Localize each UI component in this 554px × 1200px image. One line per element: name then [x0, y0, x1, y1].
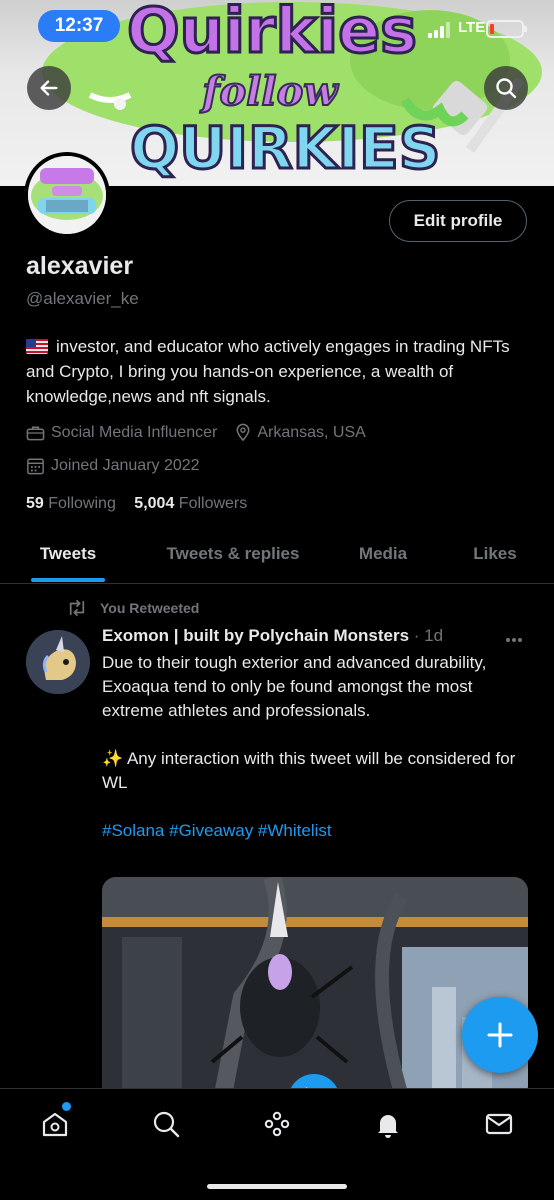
- battery-icon: [486, 20, 527, 38]
- tweet-media-video[interactable]: [102, 877, 528, 1100]
- following-count: 59: [26, 495, 44, 512]
- nav-spaces[interactable]: [260, 1107, 294, 1141]
- tweet-author-name[interactable]: Exomon | built by Polychain Monsters: [102, 626, 409, 645]
- location-pin-icon: [236, 423, 250, 442]
- location-label: Arkansas, USA: [257, 423, 366, 441]
- more-options-button[interactable]: [505, 626, 523, 649]
- banner-title-secondary: QUIRKIES: [129, 114, 443, 182]
- mail-icon: [485, 1113, 513, 1135]
- retweet-context: You Retweeted: [66, 599, 199, 617]
- status-time: 12:37: [38, 10, 120, 42]
- network-label: LTE: [458, 19, 486, 36]
- active-tab-indicator: [31, 578, 105, 582]
- compose-tweet-button[interactable]: [462, 997, 538, 1073]
- home-notification-dot: [62, 1102, 71, 1111]
- bio-text: investor, and educator who actively enga…: [26, 337, 510, 406]
- sparkles-icon: ✨: [102, 749, 124, 768]
- tweet-paragraph-2: ✨ Any interaction with this tweet will b…: [102, 747, 532, 795]
- profile-category: Social Media Influencer: [26, 424, 217, 442]
- tweet-text: Due to their tough exterior and advanced…: [102, 651, 532, 843]
- back-button[interactable]: [27, 66, 71, 110]
- spaces-icon: [264, 1111, 290, 1137]
- profile-tabs: Tweets Tweets & replies Media Likes: [0, 530, 554, 584]
- tweet-paragraph-1: Due to their tough exterior and advanced…: [102, 653, 487, 720]
- nav-messages[interactable]: [482, 1107, 516, 1141]
- tweet-paragraph-2-text: Any interaction with this tweet will be …: [102, 749, 516, 792]
- home-indicator: [207, 1184, 347, 1189]
- category-label: Social Media Influencer: [51, 423, 218, 441]
- tweet-hashtags[interactable]: #Solana #Giveaway #Whitelist: [102, 819, 532, 843]
- nav-notifications[interactable]: [371, 1107, 405, 1141]
- profile-meta-row: Social Media Influencer Arkansas, USA: [26, 423, 384, 442]
- bell-icon: [378, 1115, 398, 1138]
- plus-icon: [487, 1022, 513, 1048]
- followers-link[interactable]: 5,004 Followers: [134, 495, 247, 512]
- followers-label: Followers: [178, 495, 248, 512]
- search-icon: [496, 78, 517, 99]
- nav-search[interactable]: [149, 1107, 183, 1141]
- author-avatar-artwork: [26, 630, 90, 694]
- search-button[interactable]: [484, 66, 528, 110]
- profile-handle: @alexavier_ke: [26, 289, 139, 308]
- tweet-timestamp[interactable]: · 1d: [414, 626, 443, 645]
- tab-tweets[interactable]: Tweets: [26, 530, 110, 583]
- search-icon: [153, 1111, 180, 1138]
- profile-bio: investor, and educator who actively enga…: [26, 334, 536, 409]
- avatar-image: [28, 156, 106, 234]
- profile-display-name: alexavier: [26, 252, 134, 280]
- tweet-header: Exomon | built by Polychain Monsters · 1…: [102, 626, 443, 646]
- status-bar: 12:37 LTE: [0, 0, 554, 54]
- us-flag-icon: [26, 339, 48, 354]
- profile-joined: Joined January 2022: [26, 457, 200, 475]
- tab-likes[interactable]: Likes: [462, 530, 528, 583]
- followers-count: 5,004: [134, 495, 175, 512]
- more-dots-icon: [506, 638, 522, 642]
- follow-stats: 59 Following 5,004 Followers: [26, 495, 261, 513]
- tweet-author-avatar[interactable]: [26, 630, 90, 694]
- nav-home[interactable]: [38, 1107, 72, 1141]
- following-label: Following: [48, 495, 116, 512]
- retweet-label: You Retweeted: [100, 600, 200, 616]
- signal-icon: [428, 22, 450, 38]
- briefcase-icon: [26, 426, 45, 440]
- profile-avatar[interactable]: [24, 152, 110, 238]
- home-icon: [42, 1112, 68, 1137]
- arrow-left-icon: [40, 80, 58, 96]
- edit-profile-button[interactable]: Edit profile: [389, 200, 527, 242]
- joined-label: Joined January 2022: [51, 457, 200, 474]
- profile-location: Arkansas, USA: [235, 423, 366, 442]
- following-link[interactable]: 59 Following: [26, 495, 116, 512]
- banner-subtitle: follow: [201, 68, 338, 115]
- tab-tweets-and-replies[interactable]: Tweets & replies: [150, 530, 316, 583]
- video-thumbnail: [102, 877, 528, 1100]
- retweet-icon: [69, 599, 85, 617]
- tab-media[interactable]: Media: [346, 530, 420, 583]
- calendar-icon: [27, 458, 44, 475]
- avatar-artwork: [28, 156, 106, 234]
